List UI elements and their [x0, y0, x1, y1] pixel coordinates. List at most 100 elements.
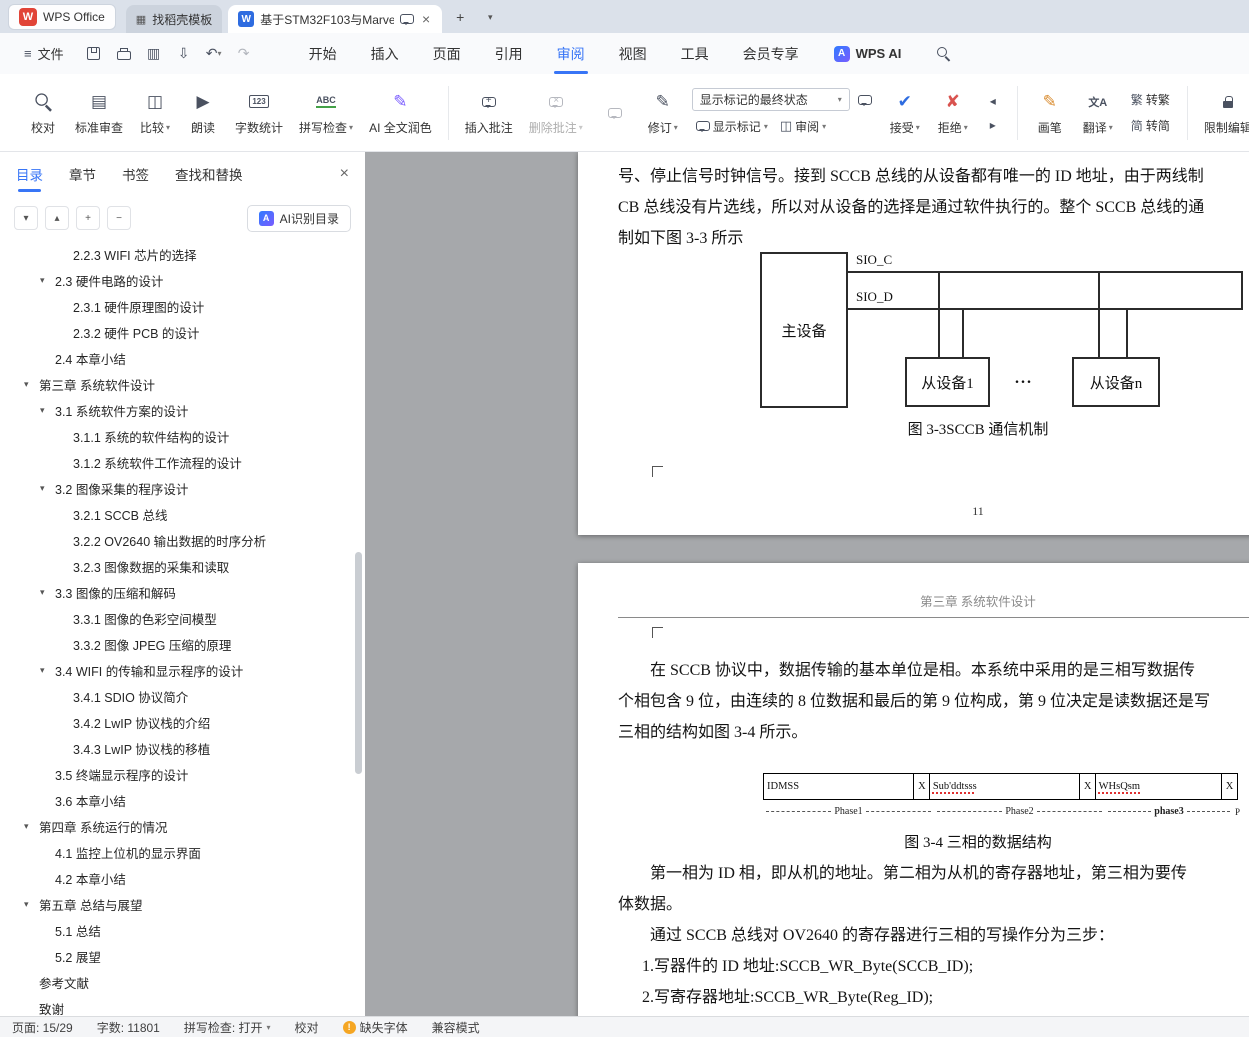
- word-count-indicator[interactable]: 字数: 11801: [97, 1019, 160, 1036]
- spell-check-button[interactable]: ABC 拼写检查 ▾: [292, 80, 360, 146]
- tab-home[interactable]: 开始: [292, 33, 354, 74]
- sidebar-scrollbar[interactable]: [355, 552, 362, 774]
- toc-item[interactable]: 3.4.2 LwIP 协议栈的介绍: [0, 709, 351, 735]
- read-aloud-button[interactable]: ▶ 朗读: [180, 80, 226, 146]
- toc-item[interactable]: 致谢: [0, 995, 351, 1017]
- review-pane-button[interactable]: ◫ 审阅 ▾: [776, 115, 830, 137]
- tab-view[interactable]: 视图: [602, 33, 664, 74]
- toc-item[interactable]: 3.6 本章小结: [0, 787, 351, 813]
- accept-button[interactable]: ✔ 接受 ▾: [882, 80, 928, 146]
- tab-insert[interactable]: 插入: [354, 33, 416, 74]
- toc-item[interactable]: ▾ 第五章 总结与展望: [0, 891, 351, 917]
- collapse-arrow-icon[interactable]: ▾: [40, 587, 55, 598]
- track-changes-button[interactable]: ✎ 修订 ▾: [640, 80, 686, 146]
- proofread-button[interactable]: 校对: [20, 80, 66, 146]
- document-page-11[interactable]: 号、停止信号时钟信号。接到 SCCB 总线的从设备都有唯一的 ID 地址，由于两…: [578, 152, 1249, 535]
- compare-button[interactable]: ◫ 比较 ▾: [132, 80, 178, 146]
- toc-item[interactable]: 2.4 本章小结: [0, 345, 351, 371]
- show-markup-button[interactable]: 显示标记 ▾: [692, 115, 772, 137]
- word-count-button[interactable]: 123 字数统计: [228, 80, 290, 146]
- wps-ai-button[interactable]: A WPS AI: [824, 45, 912, 62]
- toc-item[interactable]: 3.2.3 图像数据的采集和读取: [0, 553, 351, 579]
- redo-button[interactable]: ↷: [232, 42, 256, 66]
- save-button[interactable]: [82, 42, 106, 66]
- file-menu-button[interactable]: ≡ 文件: [16, 40, 72, 67]
- toc-item[interactable]: 3.4.3 LwIP 协议栈的移植: [0, 735, 351, 761]
- missing-font-warning[interactable]: ! 缺失字体: [342, 1019, 408, 1036]
- standard-review-button[interactable]: ▤ 标准审查: [68, 80, 130, 146]
- print-button[interactable]: [112, 42, 136, 66]
- comment-display-options-button[interactable]: [854, 89, 876, 111]
- collapse-all-button[interactable]: ▴: [45, 206, 69, 230]
- close-panel-icon[interactable]: ×: [340, 165, 349, 183]
- comment-bubble-icon[interactable]: [400, 14, 415, 25]
- insert-comment-button[interactable]: 插入批注: [458, 80, 520, 146]
- toc-item[interactable]: 3.1.1 系统的软件结构的设计: [0, 423, 351, 449]
- highlight-pen-button[interactable]: ✎ 画笔: [1027, 80, 1073, 146]
- to-simplified-button[interactable]: 简转简: [1127, 115, 1174, 137]
- tab-tools[interactable]: 工具: [664, 33, 726, 74]
- tab-bookmarks[interactable]: 书签: [122, 152, 149, 196]
- toc-item[interactable]: 3.2.2 OV2640 输出数据的时序分析: [0, 527, 351, 553]
- tab-review[interactable]: 审阅: [540, 33, 602, 74]
- reject-button[interactable]: ✘ 拒绝 ▾: [930, 80, 976, 146]
- next-change-button[interactable]: ▸: [982, 114, 1004, 136]
- toc-item[interactable]: ▾ 3.3 图像的压缩和解码: [0, 579, 351, 605]
- collapse-arrow-icon[interactable]: ▾: [40, 405, 55, 416]
- toc-item[interactable]: ▾ 第三章 系统软件设计: [0, 371, 351, 397]
- zoom-in-button[interactable]: +: [76, 206, 100, 230]
- toc-item[interactable]: 参考文献: [0, 969, 351, 995]
- print-preview-button[interactable]: ▥: [142, 42, 166, 66]
- toc-item[interactable]: 4.2 本章小结: [0, 865, 351, 891]
- delete-comment-button[interactable]: 删除批注▾: [522, 80, 590, 146]
- toc-item[interactable]: ▾ 3.4 WIFI 的传输和显示程序的设计: [0, 657, 351, 683]
- toc-item[interactable]: 3.1.2 系统软件工作流程的设计: [0, 449, 351, 475]
- document-canvas[interactable]: 号、停止信号时钟信号。接到 SCCB 总线的从设备都有唯一的 ID 地址，由于两…: [365, 152, 1249, 1016]
- search-button[interactable]: [937, 47, 950, 60]
- toc-item[interactable]: 3.4.1 SDIO 协议简介: [0, 683, 351, 709]
- tab-chapters[interactable]: 章节: [69, 152, 96, 196]
- spell-check-status[interactable]: 拼写检查: 打开 ▾: [184, 1019, 271, 1036]
- resolve-comment-button[interactable]: [592, 80, 638, 146]
- collapse-arrow-icon[interactable]: ▾: [24, 821, 39, 832]
- compatibility-mode[interactable]: 兼容模式: [432, 1019, 480, 1036]
- collapse-arrow-icon[interactable]: ▾: [24, 899, 39, 910]
- document-page-12[interactable]: 第三章 系统软件设计 在 SCCB 协议中，数据传输的基本单位是相。本系统中采用…: [578, 563, 1249, 1016]
- home-template-tab[interactable]: ▦ 找稻壳模板: [125, 5, 223, 33]
- tab-page[interactable]: 页面: [416, 33, 478, 74]
- collapse-arrow-icon[interactable]: ▾: [40, 665, 55, 676]
- zoom-out-button[interactable]: −: [107, 206, 131, 230]
- toc-item[interactable]: 2.3.2 硬件 PCB 的设计: [0, 319, 351, 345]
- tab-reference[interactable]: 引用: [478, 33, 540, 74]
- collapse-arrow-icon[interactable]: ▾: [24, 379, 39, 390]
- toc-item[interactable]: ▾ 3.1 系统软件方案的设计: [0, 397, 351, 423]
- tab-member[interactable]: 会员专享: [726, 33, 816, 74]
- collapse-arrow-icon[interactable]: ▾: [40, 275, 55, 286]
- markup-state-combobox[interactable]: 显示标记的最终状态 ▾: [691, 88, 850, 111]
- new-tab-button[interactable]: +: [448, 5, 472, 29]
- document-tab[interactable]: W 基于STM32F103与Marvell8... ×: [228, 5, 443, 33]
- page-indicator[interactable]: 页面: 15/29: [12, 1019, 73, 1036]
- toc-item[interactable]: 5.2 展望: [0, 943, 351, 969]
- to-traditional-button[interactable]: 繁转繁: [1127, 89, 1174, 111]
- previous-change-button[interactable]: ◂: [982, 90, 1004, 112]
- close-tab-icon[interactable]: ×: [420, 11, 432, 27]
- restrict-editing-button[interactable]: 限制编辑: [1197, 80, 1249, 146]
- ai-polish-button[interactable]: ✎ AI 全文润色: [362, 80, 439, 146]
- toc-item[interactable]: 2.3.1 硬件原理图的设计: [0, 293, 351, 319]
- ai-recognize-toc-button[interactable]: A AI识别目录: [246, 204, 351, 232]
- undo-button[interactable]: ↶ ▾: [202, 42, 226, 66]
- toc-item[interactable]: ▾ 第四章 系统运行的情况: [0, 813, 351, 839]
- tab-list-chevron-icon[interactable]: ▾: [478, 5, 502, 29]
- toc-item[interactable]: ▾ 3.2 图像采集的程序设计: [0, 475, 351, 501]
- toc-item[interactable]: 4.1 监控上位机的显示界面: [0, 839, 351, 865]
- expand-all-button[interactable]: ▾: [14, 206, 38, 230]
- translate-button[interactable]: 文A 翻译 ▾: [1075, 80, 1121, 146]
- collapse-arrow-icon[interactable]: ▾: [40, 483, 55, 494]
- toc-item[interactable]: 3.5 终端显示程序的设计: [0, 761, 351, 787]
- wps-office-button[interactable]: W WPS Office: [8, 4, 116, 30]
- tab-toc[interactable]: 目录: [16, 152, 43, 196]
- toc-item[interactable]: 5.1 总结: [0, 917, 351, 943]
- toc-item[interactable]: 3.3.2 图像 JPEG 压缩的原理: [0, 631, 351, 657]
- export-pdf-button[interactable]: ⇩: [172, 42, 196, 66]
